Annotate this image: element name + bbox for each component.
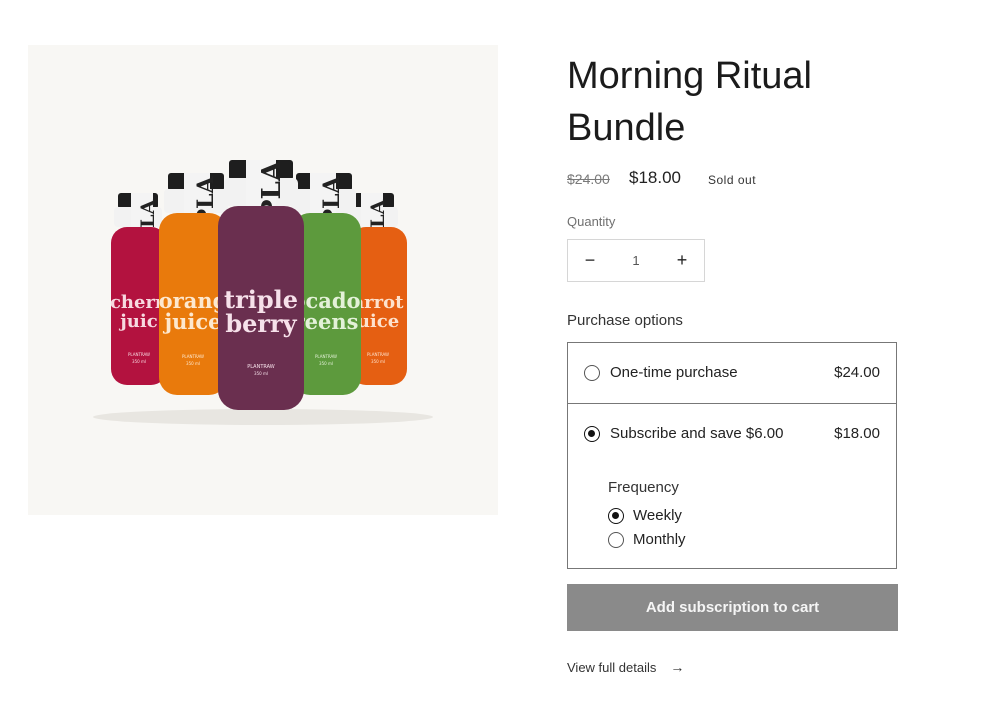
view-full-details-label: View full details [567,659,657,675]
frequency-monthly-radio[interactable] [608,532,624,548]
quantity-increase-button[interactable]: + [660,240,704,281]
bottle-1-line2: juic [118,311,157,332]
add-subscription-to-cart-button[interactable]: Add subscription to cart [567,584,898,631]
bottle-1-brand: PLANTRAW [128,352,150,357]
bottle-5-line2: uice [357,311,399,332]
bottle-orange: PLA orang juice PLANTRAW 350 ml [159,173,228,395]
bottle-2-brand: PLANTRAW [182,354,204,359]
bottle-5-brand: PLANTRAW [367,352,389,357]
price-row: $24.00 $18.00 Sold out [567,168,897,192]
current-price: $18.00 [629,168,681,187]
bottle-4-volume: 350 ml [319,361,333,366]
purchase-options-label: Purchase options [567,312,683,329]
juice-bottles-illustration: PLA chern juic PLANTRAW 350 ml PLA arrot… [93,160,433,425]
quantity-stepper: − + [567,239,705,282]
frequency-monthly-label[interactable]: Monthly [633,531,686,548]
bottle-1-volume: 350 ml [132,359,146,364]
purchase-options: One-time purchase $24.00 Subscribe and s… [567,342,897,569]
bottle-3-brand: PLANTRAW [247,364,275,370]
frequency-weekly-label[interactable]: Weekly [633,507,682,524]
product-title-line1: Morning Ritual [567,55,812,97]
sold-out-badge: Sold out [708,173,757,187]
product-image[interactable]: PLA chern juic PLANTRAW 350 ml PLA arrot… [28,45,498,515]
bottle-2-volume: 350 ml [186,361,200,366]
bottle-2-line2: juice [163,309,222,334]
bottle-4-brand: PLANTRAW [315,354,337,359]
option-one-time[interactable]: One-time purchase $24.00 [568,343,896,404]
compare-price: $24.00 [567,171,610,187]
one-time-radio[interactable] [584,365,600,381]
one-time-price: $24.00 [834,364,880,381]
quantity-decrease-button[interactable]: − [568,240,612,281]
bottle-3-line2: berry [225,309,297,338]
subscribe-radio[interactable] [584,426,600,442]
quantity-label: Quantity [567,214,616,229]
subscribe-label: Subscribe and save $6.00 [610,425,784,442]
product-title-line2: Bundle [567,107,686,149]
option-subscribe[interactable]: Subscribe and save $6.00 $18.00 Frequenc… [568,404,896,568]
quantity-input[interactable] [612,240,660,281]
frequency-weekly-radio[interactable] [608,508,624,524]
product-title: Morning Ritual Bundle [567,50,897,154]
bottle-triple-berry: PLA triple berry PLANTRAW 350 ml [218,160,304,410]
bottle-3-volume: 350 ml [254,371,268,376]
view-full-details-link[interactable]: View full details → [567,659,684,675]
frequency-label: Frequency [608,479,679,496]
one-time-label: One-time purchase [610,364,738,381]
arrow-right-icon: → [670,659,685,675]
bottle-5-volume: 350 ml [371,359,385,364]
subscribe-price: $18.00 [834,425,880,442]
